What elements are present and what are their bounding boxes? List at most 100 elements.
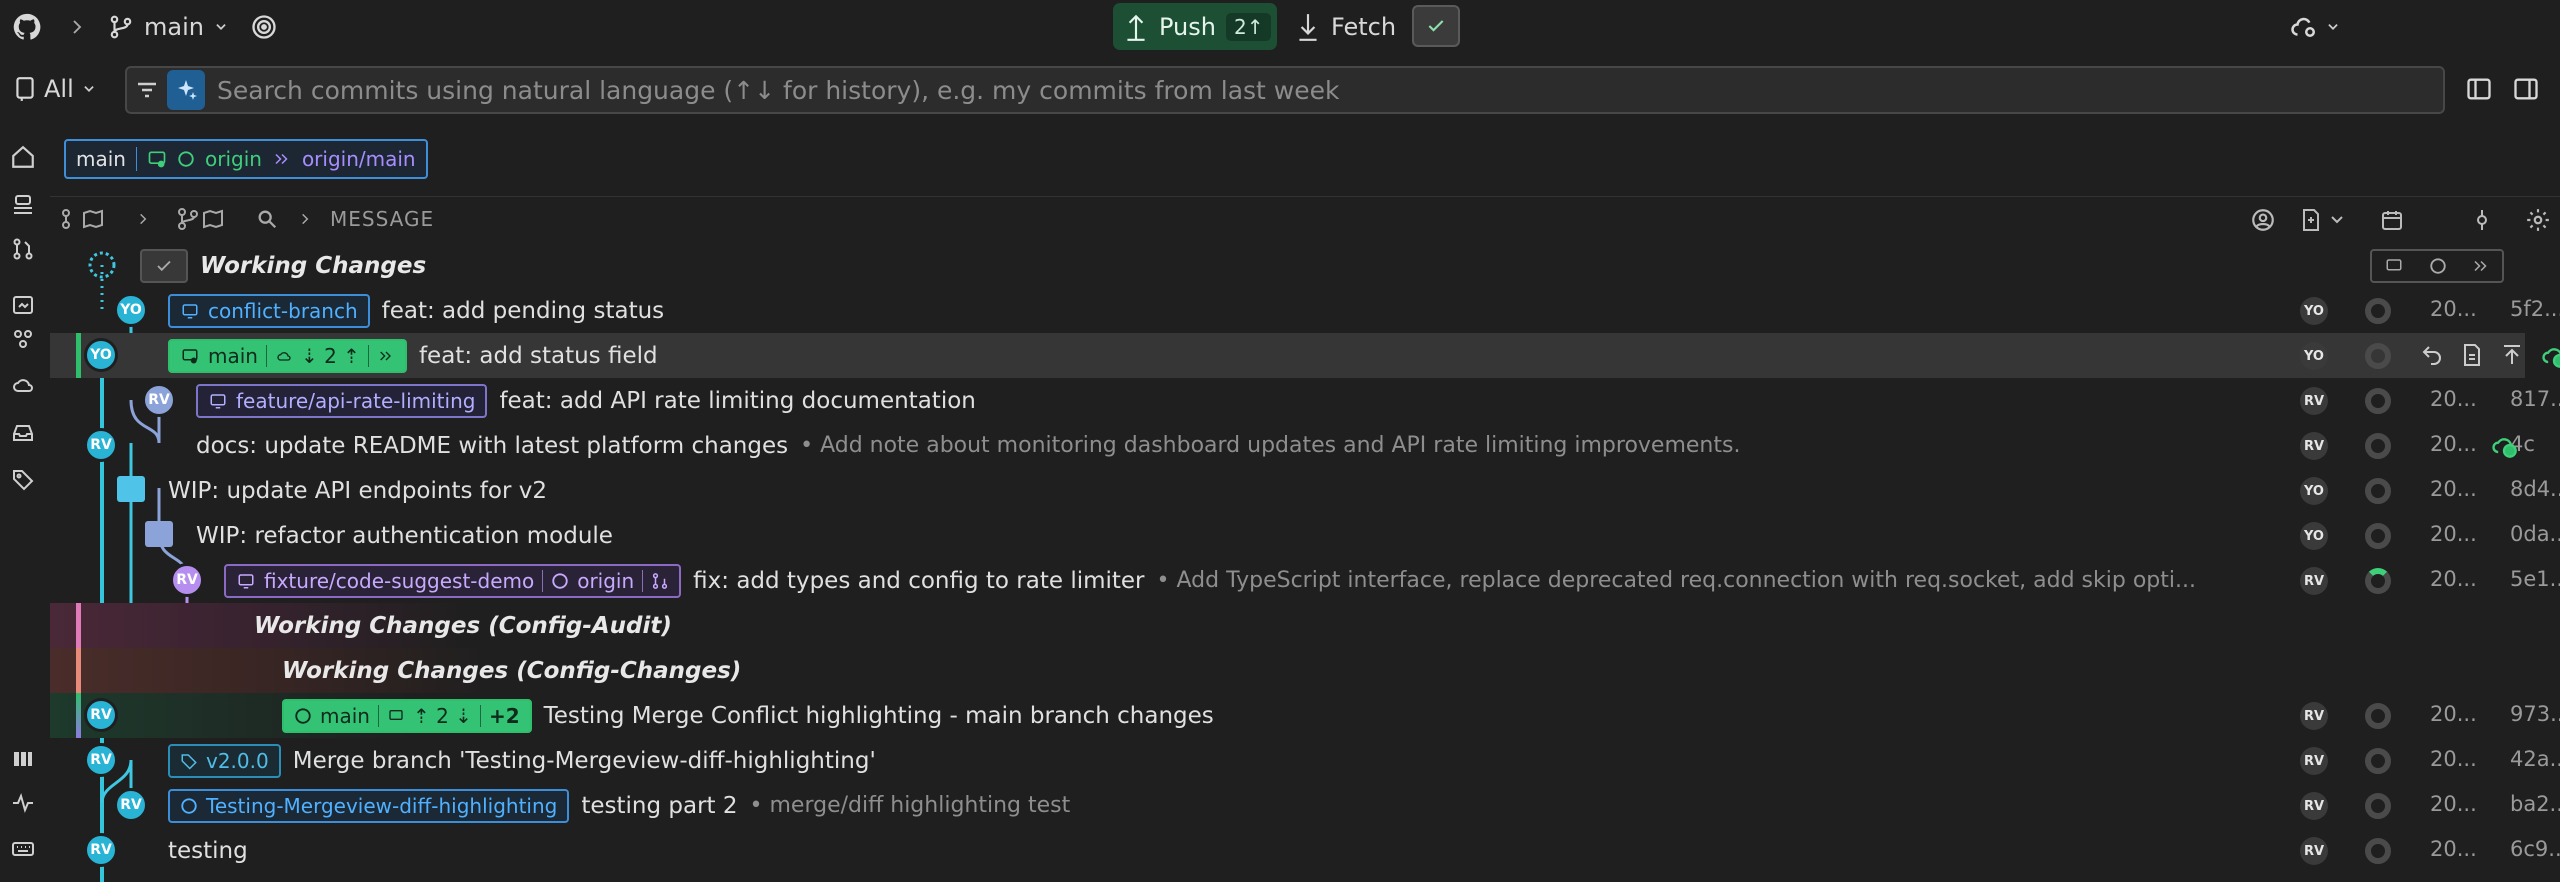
check-icon[interactable]: [140, 248, 188, 283]
confirm-button[interactable]: [1412, 5, 1460, 47]
undo-icon[interactable]: [2420, 341, 2444, 369]
chevron-right-icon: [68, 0, 86, 54]
commit-message: feat: add API rate limiting documentatio…: [499, 387, 976, 414]
branch-map-icon[interactable]: [60, 207, 116, 231]
filter-all-label: All: [44, 75, 74, 103]
commit-row[interactable]: RV v2.0.0 Merge branch 'Testing-Mergevie…: [50, 738, 2560, 783]
commit-date: 20...: [2430, 837, 2477, 861]
github-icon[interactable]: [12, 0, 42, 54]
branch-selector[interactable]: main: [108, 0, 228, 54]
author-avatar: YO: [2300, 522, 2328, 550]
search-box: [125, 66, 2445, 114]
ai-sparkle-icon[interactable]: [167, 70, 205, 110]
chevron-down-icon: [2326, 20, 2340, 34]
chevron-down-icon: [214, 20, 228, 34]
push-button[interactable]: Push 2↑: [1113, 3, 1277, 50]
commit-row[interactable]: YO main ⇣ 2 ⇡ feat: add status field YO: [50, 333, 2560, 378]
chevron-right-icon: [298, 210, 312, 228]
stash-row[interactable]: WIP: update API endpoints for v2 YO 20..…: [50, 468, 2560, 513]
author-avatar: RV: [2300, 567, 2328, 595]
calendar-icon[interactable]: [2380, 207, 2404, 233]
commit-row[interactable]: YO conflict-branch feat: add pending sta…: [50, 288, 2560, 333]
commit-message: Merge branch 'Testing-Mergeview-diff-hig…: [292, 747, 876, 774]
search-row: All: [0, 62, 2560, 116]
commit-row[interactable]: RV fixture/code-suggest-demo origin fix:…: [50, 558, 2560, 603]
commit-row[interactable]: RV Testing-Mergeview-diff-highlighting t…: [50, 783, 2560, 828]
commit-date: 20...: [2430, 522, 2477, 546]
push-icon[interactable]: [2500, 341, 2524, 369]
graph-column-header: MESSAGE: [50, 196, 2560, 242]
ci-status-icon: [2365, 478, 2391, 504]
commit-icon[interactable]: [2470, 207, 2494, 233]
working-changes-row[interactable]: Working Changes (Config-Changes): [50, 648, 2525, 693]
local-branch-icon: [180, 347, 200, 365]
branch-chip[interactable]: Testing-Mergeview-diff-highlighting: [168, 788, 570, 823]
branch-chip[interactable]: fixture/code-suggest-demo origin: [224, 563, 682, 598]
branch-chip-label: feature/api-rate-limiting: [236, 388, 476, 413]
author-avatar: RV: [2300, 702, 2328, 730]
push-count-badge: 2↑: [1225, 12, 1272, 41]
branch-chip[interactable]: conflict-branch: [168, 293, 370, 328]
commit-message: testing: [168, 837, 248, 864]
ci-status-icon: [2365, 433, 2391, 459]
author-column-icon[interactable]: [2250, 207, 2276, 233]
branch-chip[interactable]: main ⇡ 2 ⇣ +2: [282, 698, 532, 733]
changes-column-icon[interactable]: [2300, 207, 2346, 233]
tag-chip-label: v2.0.0: [206, 748, 269, 773]
gear-icon[interactable]: [2525, 207, 2551, 233]
avatar: RV: [84, 698, 118, 732]
ci-status-icon: [2365, 298, 2391, 324]
commit-date: 20...: [2430, 297, 2477, 321]
tag-chip[interactable]: v2.0.0: [168, 743, 281, 778]
commit-date: 20...: [2430, 567, 2477, 591]
file-icon[interactable]: [2460, 341, 2484, 369]
branch-color-bar: [76, 693, 81, 738]
ci-status-icon: [2365, 748, 2391, 774]
cloud-upload-icon[interactable]: [2540, 341, 2560, 369]
branch-color-bar: [76, 648, 81, 693]
stack-icon[interactable]: [8, 190, 38, 220]
avatar: RV: [84, 833, 118, 867]
local-branch-icon: [208, 392, 228, 410]
panel-layout-icon[interactable]: [2465, 62, 2493, 116]
search-input[interactable]: [205, 68, 2443, 112]
commit-date: 20...: [2430, 747, 2477, 771]
ci-status-icon: [2365, 793, 2391, 819]
filter-all-dropdown[interactable]: All: [14, 62, 96, 116]
target-icon[interactable]: [250, 0, 278, 54]
filter-icon[interactable]: [127, 78, 167, 102]
remote-icon: [2472, 257, 2490, 275]
branch-chip[interactable]: main ⇣ 2 ⇡: [168, 338, 407, 373]
stash-row[interactable]: WIP: refactor authentication module YO 2…: [50, 513, 2560, 558]
commit-row[interactable]: RV feature/api-rate-limiting feat: add A…: [50, 378, 2560, 423]
home-icon[interactable]: [8, 142, 38, 172]
branch-chip-origin: origin: [577, 568, 635, 593]
branch-chip[interactable]: feature/api-rate-limiting: [196, 383, 488, 418]
branch-chip-label: main: [320, 703, 370, 728]
working-changes-label: Working Changes (Config-Changes): [282, 657, 742, 684]
cloud-icon: [275, 348, 293, 364]
cloud-settings-menu[interactable]: [2290, 0, 2340, 54]
commit-message: Testing Merge Conflict highlighting - ma…: [543, 702, 1214, 729]
working-changes-row[interactable]: Working Changes: [50, 243, 2525, 288]
commit-description: • Add TypeScript interface, replace depr…: [1156, 568, 2196, 593]
commit-date: 20...: [2430, 387, 2477, 411]
panel-right-icon[interactable]: [2512, 62, 2540, 116]
push-icon: [1123, 12, 1149, 42]
commit-message: fix: add types and config to rate limite…: [693, 567, 1145, 594]
author-avatar: RV: [2300, 387, 2328, 415]
branch-chip-label: fixture/code-suggest-demo: [264, 568, 535, 593]
cloud-upload-icon[interactable]: [2490, 431, 2518, 459]
divider: [542, 569, 544, 592]
commit-row[interactable]: RV testing RV 20... 6c9...: [50, 828, 2560, 873]
branch-graph-icon[interactable]: [176, 207, 232, 231]
search-icon[interactable]: [256, 208, 278, 230]
commit-sha: 6c9...: [2510, 837, 2560, 861]
commit-row[interactable]: RV docs: update README with latest platf…: [50, 423, 2535, 468]
fetch-button[interactable]: Fetch: [1295, 3, 1396, 50]
working-changes-row[interactable]: Working Changes (Config-Audit): [50, 603, 2525, 648]
branch-name: main: [144, 13, 204, 41]
avatar: RV: [114, 788, 148, 822]
ref-filter-chip[interactable]: main origin origin/main: [64, 139, 428, 179]
commit-row[interactable]: RV main ⇡ 2 ⇣ +2 Testing Merge Conflict …: [50, 693, 2560, 738]
